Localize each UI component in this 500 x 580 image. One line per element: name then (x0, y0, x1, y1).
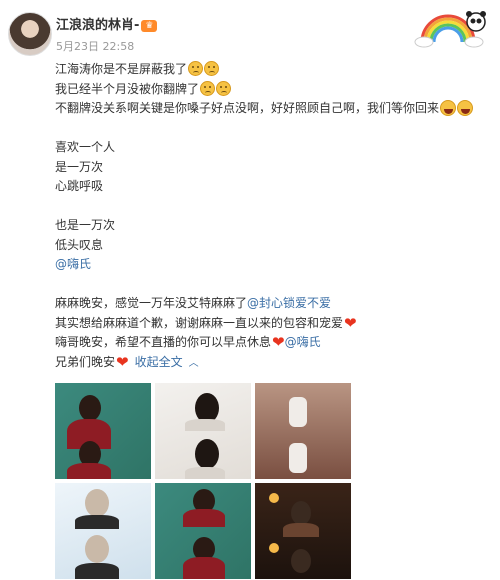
chevron-up-icon[interactable]: ︿ (189, 354, 199, 374)
content-text: 其实想给麻麻道个歉，谢谢麻麻一直以来的包容和宠爱 (55, 315, 344, 330)
content-line-3: 不翻牌没关系啊关键是你嗓子好点没啊，好好照顾自己啊，我们等你回来 (55, 99, 495, 119)
content-text: 麻麻晚安，感觉一万年没艾特麻麻了 (55, 296, 248, 310)
red-heart-emoji: ❤ (344, 313, 357, 332)
content-text: 我已经半个月没被你翻牌了 (55, 81, 200, 96)
content-line-12: 兄弟们晚安❤ 收起全文 ︿ (55, 353, 495, 373)
content-line-7: 也是一万次 (55, 218, 116, 232)
photo-thumbnail-3[interactable] (255, 383, 351, 479)
photo-thumbnail-5[interactable] (155, 483, 251, 579)
content-line-6: 心跳呼吸 (55, 179, 104, 193)
post-time[interactable]: 5月23日 22:58 (56, 38, 134, 54)
post-header: 江浪浪的林肖- ♛ 5月23日 22:58 (8, 11, 492, 58)
content-line-1: 江海涛你是不是屏蔽我了 (55, 60, 495, 80)
sad-face-emoji (204, 61, 220, 76)
sad-face-emoji (216, 80, 232, 96)
content-line-11: 嗨哥晚安，希望不直播的你可以早点休息❤@嗨氏 (55, 333, 495, 353)
red-heart-emoji: ❤ (116, 352, 129, 371)
mention-link[interactable]: @嗨氏 (55, 255, 495, 275)
content-text: 江海涛你是不是屏蔽我了 (55, 62, 188, 76)
photo-thumbnail-1[interactable] (55, 383, 151, 479)
post-content: 江海涛你是不是屏蔽我了 我已经半个月没被你翻牌了 不翻牌没关系啊关键是你嗓子好点… (55, 60, 495, 372)
photo-grid (55, 383, 351, 580)
photo-thumbnail-2[interactable] (155, 383, 251, 479)
sad-face-emoji (188, 61, 204, 76)
laughing-face-emoji (440, 100, 457, 116)
avatar[interactable] (8, 12, 52, 56)
content-text: 不翻牌没关系啊关键是你嗓子好点没啊，好好照顾自己啊，我们等你回来 (55, 101, 440, 115)
rainbow-sticker-icon (414, 11, 486, 48)
mention-link[interactable]: @嗨氏 (285, 335, 321, 349)
content-line-2: 我已经半个月没被你翻牌了 (55, 80, 495, 100)
photo-thumbnail-6[interactable] (255, 483, 351, 579)
content-line-8: 低头叹息 (55, 237, 104, 252)
sad-face-emoji (200, 80, 216, 96)
laughing-face-emoji (457, 100, 474, 116)
photo-thumbnail-4[interactable] (55, 483, 151, 579)
vip-badge-icon: ♛ (141, 19, 158, 32)
content-line-4: 喜欢一个人 (55, 140, 116, 154)
red-heart-emoji: ❤ (272, 333, 285, 351)
content-text: 嗨哥晚安，希望不直播的你可以早点休息 (55, 335, 272, 349)
content-line-9: 麻麻晚安，感觉一万年没艾特麻麻了@封心锁爱不爱 (55, 294, 495, 314)
author-name-text[interactable]: 江浪浪的林肖- (56, 18, 139, 33)
collapse-button[interactable]: 收起全文 (135, 355, 183, 369)
mention-link[interactable]: @封心锁爱不爱 (247, 296, 331, 310)
author-name[interactable]: 江浪浪的林肖- ♛ (56, 14, 158, 33)
content-line-5: 是一万次 (55, 159, 104, 174)
content-line-10: 其实想给麻麻道个歉，谢谢麻麻一直以来的包容和宠爱❤ (55, 314, 495, 334)
content-text: 兄弟们晚安 (55, 354, 116, 369)
